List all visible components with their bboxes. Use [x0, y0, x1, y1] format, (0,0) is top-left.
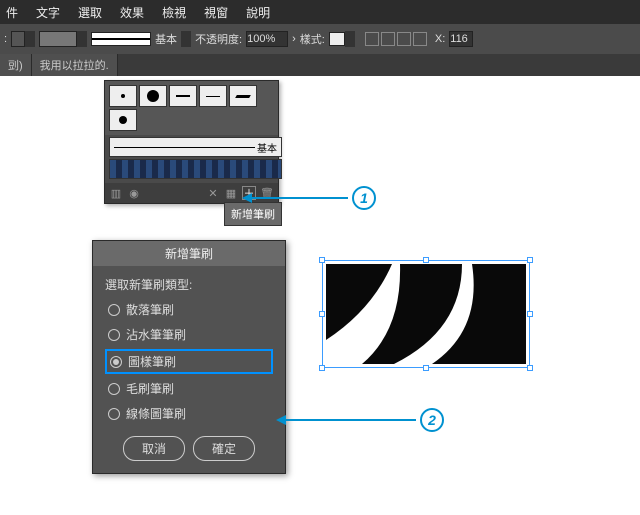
bbox-handle[interactable] [527, 257, 533, 263]
menu-effect[interactable]: 效果 [120, 4, 144, 21]
bbox-handle[interactable] [319, 311, 325, 317]
stroke-caret-icon[interactable] [77, 31, 87, 47]
document-tab-1[interactable]: 我用以拉拉的. [32, 54, 118, 76]
radio-bristle-brush[interactable]: 毛刷筆刷 [105, 378, 273, 399]
radio-calligraphic-brush[interactable]: 沾水筆筆刷 [105, 324, 273, 345]
bbox-handle[interactable] [527, 365, 533, 371]
align-icon-1[interactable] [365, 32, 379, 46]
brush-thumb[interactable] [169, 85, 197, 107]
style-caret-icon[interactable] [345, 31, 355, 47]
style-label: 樣式: [300, 31, 325, 47]
radio-pattern-brush[interactable]: 圖樣筆刷 [105, 349, 273, 374]
brush-thumb[interactable] [109, 109, 137, 131]
fill-caret-icon[interactable] [25, 31, 35, 47]
brush-definition[interactable] [91, 32, 151, 46]
brush-basic-row[interactable]: 基本 [109, 137, 282, 157]
document-tab-0[interactable]: 剅) [0, 54, 32, 76]
opacity-value[interactable]: 100% [246, 31, 288, 47]
radio-art-brush[interactable]: 線條圖筆刷 [105, 403, 273, 424]
radio-label: 散落筆刷 [126, 301, 174, 318]
menu-file[interactable]: 件 [6, 4, 18, 21]
fill-swatch[interactable] [11, 31, 25, 47]
brush-pattern-row[interactable] [109, 159, 282, 179]
brush-basic-label: 基本 [255, 140, 277, 155]
style-swatch[interactable] [329, 32, 345, 46]
brush-libraries-icon[interactable]: ▥ [109, 186, 123, 200]
brush-caret-icon[interactable] [181, 31, 191, 47]
menu-view[interactable]: 檢視 [162, 4, 186, 21]
align-icon-2[interactable] [381, 32, 395, 46]
brush-thumb[interactable] [199, 85, 227, 107]
options-icon[interactable]: ▦ [224, 186, 238, 200]
radio-label: 沾水筆筆刷 [126, 326, 186, 343]
menu-help[interactable]: 說明 [246, 4, 270, 21]
dialog-prompt: 選取新筆刷類型: [105, 276, 273, 293]
callout-number: 1 [352, 186, 376, 210]
callout-2: 2 [276, 408, 444, 432]
remove-stroke-icon[interactable]: ✕ [206, 186, 220, 200]
menu-select[interactable]: 選取 [78, 4, 102, 21]
bbox-handle[interactable] [319, 365, 325, 371]
x-value[interactable]: 116 [449, 31, 473, 47]
callout-number: 2 [420, 408, 444, 432]
radio-scatter-brush[interactable]: 散落筆刷 [105, 299, 273, 320]
control-bar: : 基本 不透明度: 100% › 樣式: X: 116 [0, 24, 640, 54]
radio-label: 毛刷筆刷 [126, 380, 174, 397]
brush-thumb[interactable] [109, 85, 137, 107]
document-tabs: 剅) 我用以拉拉的. [0, 54, 640, 76]
bbox-handle[interactable] [319, 257, 325, 263]
menu-text[interactable]: 文字 [36, 4, 60, 21]
cc-libraries-icon[interactable]: ◉ [127, 186, 141, 200]
menu-window[interactable]: 視窗 [204, 4, 228, 21]
dialog-title: 新增筆刷 [93, 241, 285, 266]
brush-basic-label: 基本 [155, 31, 177, 47]
align-icon-3[interactable] [397, 32, 411, 46]
cancel-button[interactable]: 取消 [123, 436, 185, 461]
brush-thumb[interactable] [229, 85, 257, 107]
radio-label: 圖樣筆刷 [128, 353, 176, 370]
opacity-label: 不透明度: [195, 31, 242, 47]
app-menubar: 件 文字 選取 效果 檢視 視窗 說明 [0, 0, 640, 24]
x-label: X: [435, 33, 445, 45]
stroke-color-swatch[interactable] [39, 31, 77, 47]
new-brush-dialog: 新增筆刷 選取新筆刷類型: 散落筆刷 沾水筆筆刷 圖樣筆刷 毛刷筆刷 線條圖筆刷… [92, 240, 286, 474]
radio-label: 線條圖筆刷 [126, 405, 186, 422]
callout-1: 1 [242, 186, 376, 210]
brush-thumb[interactable] [139, 85, 167, 107]
selected-artwork[interactable] [322, 260, 530, 368]
ok-button[interactable]: 確定 [193, 436, 255, 461]
bbox-handle[interactable] [423, 365, 429, 371]
align-icon-4[interactable] [413, 32, 427, 46]
bbox-handle[interactable] [423, 257, 429, 263]
bbox-handle[interactable] [527, 311, 533, 317]
